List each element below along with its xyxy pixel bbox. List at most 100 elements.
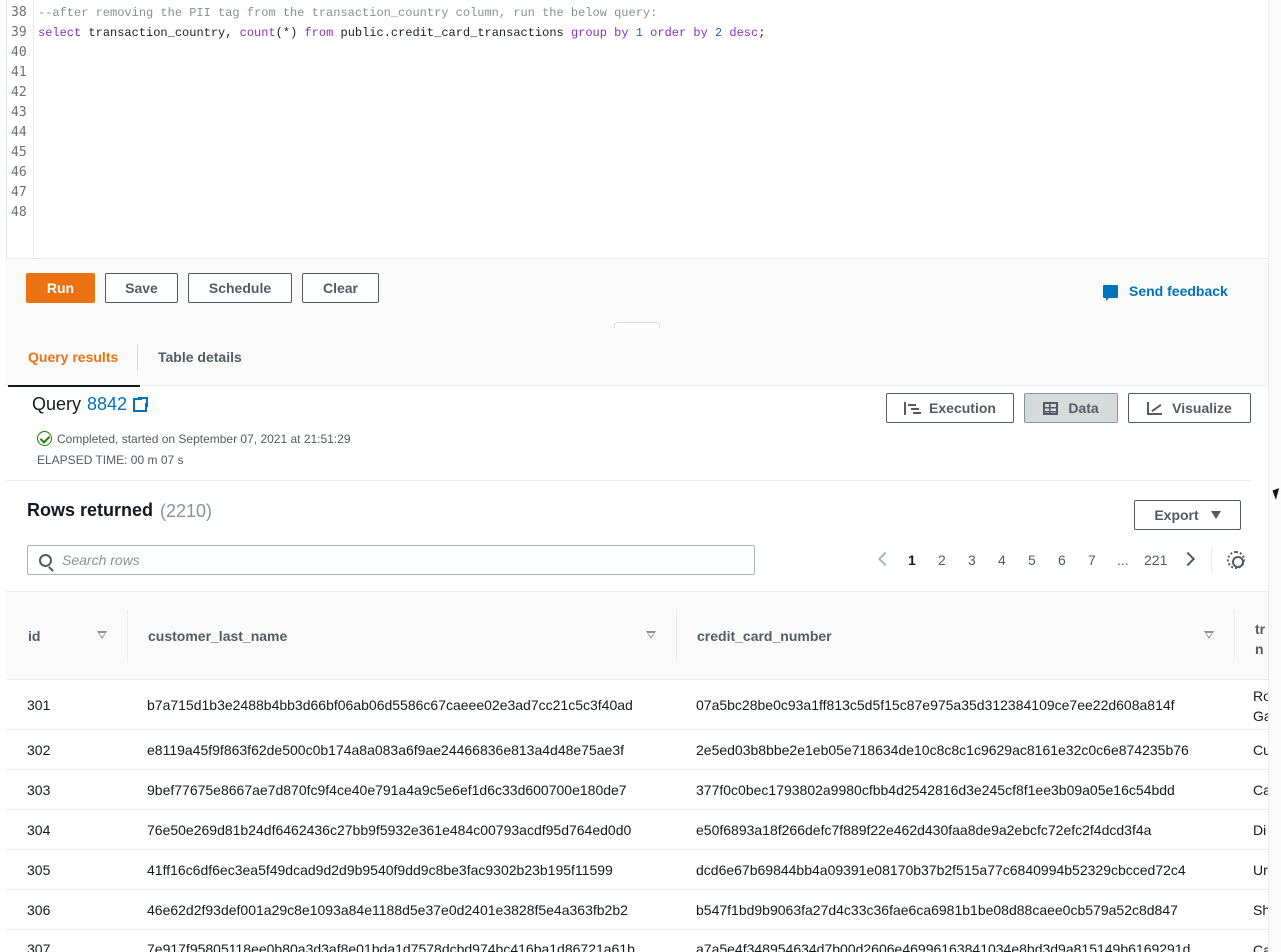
cell-customer-last-name: 41ff16c6df6ec3ea5f49dcad9d2d9b9540f9dd9c… — [147, 862, 613, 878]
visualize-button[interactable]: Visualize — [1128, 393, 1251, 423]
cell-credit-card-number: a7a5e4f348954634d7b00d2606e4699616384103… — [696, 941, 1191, 952]
cell-customer-last-name: 7e917f95805118ee0b80a3d3af8e01bda1d7578d… — [147, 941, 635, 952]
cell-credit-card-number: 377f0c0bec1793802a9980cfbb4d2542816d3e24… — [696, 782, 1175, 798]
code-comment-line: --after removing the PII tag from the tr… — [38, 6, 658, 20]
line-number: 46 — [11, 165, 27, 180]
send-feedback-label: Send feedback — [1129, 283, 1228, 299]
table-row[interactable]: 307 7e917f95805118ee0b80a3d3af8e01bda1d7… — [6, 930, 1268, 952]
line-number: 38 — [11, 5, 27, 20]
column-divider — [676, 610, 677, 660]
external-link-icon[interactable] — [133, 395, 150, 412]
search-rows-input[interactable] — [62, 552, 712, 568]
send-feedback-link[interactable]: Send feedback — [1103, 283, 1228, 301]
clear-button[interactable]: Clear — [302, 273, 379, 303]
query-heading: Query 8842 — [32, 394, 150, 415]
line-number: 39 — [11, 25, 27, 40]
search-rows-field[interactable] — [27, 545, 755, 575]
cell-transaction-truncated: Cu — [1253, 742, 1268, 758]
table-row[interactable]: 302 e8119a45f9f863f62de500c0b174a8a083a6… — [6, 730, 1268, 770]
data-button[interactable]: Data — [1024, 393, 1118, 423]
page-5[interactable]: 5 — [1028, 552, 1036, 568]
line-number: 44 — [11, 125, 27, 140]
export-label: Export — [1154, 507, 1199, 523]
sql-editor[interactable]: 38 39 40 41 42 43 44 45 46 47 48 --after… — [6, 0, 1268, 258]
page-3[interactable]: 3 — [968, 552, 976, 568]
code-area[interactable]: --after removing the PII tag from the tr… — [38, 0, 765, 56]
cell-credit-card-number: e50f6893a18f266defc7f889f22e462d430faa8d… — [696, 822, 1152, 838]
results-table-body: 301 b7a715d1b3e2488b4bb3d66bf06ab06d5586… — [6, 680, 1268, 952]
sort-id-icon[interactable] — [97, 592, 107, 679]
save-button[interactable]: Save — [105, 273, 178, 303]
sort-credit-card-number-icon[interactable] — [1204, 592, 1214, 679]
page-scrollbar[interactable] — [1268, 0, 1281, 952]
execution-button[interactable]: Execution — [886, 393, 1014, 423]
line-number: 43 — [11, 105, 27, 120]
table-row[interactable]: 306 46e62d2f93def001a29c8e1093a84e1188d5… — [6, 890, 1268, 930]
table-row[interactable]: 305 41ff16c6df6ec3ea5f49dcad9d2d9b9540f9… — [6, 850, 1268, 890]
table-row[interactable]: 304 76e50e269d81b24df6462436c27bb9f5932e… — [6, 810, 1268, 850]
rows-returned-count: (2210) — [160, 501, 213, 521]
page-6[interactable]: 6 — [1058, 552, 1066, 568]
run-button[interactable]: Run — [26, 273, 95, 303]
table-row[interactable]: 301 b7a715d1b3e2488b4bb3d66bf06ab06d5586… — [6, 680, 1268, 730]
line-number-gutter: 38 39 40 41 42 43 44 45 46 47 48 — [7, 0, 34, 258]
cell-credit-card-number: dcd6e67b69844bb4a09391e08170b37b2f515a77… — [696, 862, 1186, 878]
table-grid-icon — [1043, 401, 1059, 415]
visualize-label: Visualize — [1172, 400, 1232, 416]
data-label: Data — [1068, 400, 1099, 416]
gear-icon[interactable] — [1227, 551, 1245, 569]
column-header-customer-last-name[interactable]: customer_last_name — [148, 592, 287, 679]
tab-query-results[interactable]: Query results — [6, 328, 141, 387]
line-number: 48 — [11, 205, 27, 220]
results-tabs: Query results Table details — [6, 328, 1268, 387]
cell-id: 304 — [27, 822, 51, 838]
pagination-divider — [1211, 547, 1212, 573]
cell-transaction-truncated: Di — [1253, 822, 1267, 838]
cell-transaction-truncated: Ur — [1253, 862, 1268, 878]
query-id-link[interactable]: 8842 — [87, 394, 127, 415]
cell-id: 307 — [27, 941, 51, 952]
schedule-button[interactable]: Schedule — [188, 273, 292, 303]
export-dropdown[interactable]: Export — [1134, 500, 1241, 530]
feedback-icon — [1103, 284, 1118, 301]
line-number: 42 — [11, 85, 27, 100]
cell-id: 303 — [27, 782, 51, 798]
elapsed-time: ELAPSED TIME: 00 m 07 s — [37, 453, 184, 467]
column-header-label: credit_card_number — [697, 627, 832, 644]
check-circle-icon — [37, 431, 52, 446]
line-number: 45 — [11, 145, 27, 160]
cell-customer-last-name: 46e62d2f93def001a29c8e1093a84e1188d5e37e… — [147, 902, 628, 918]
page-ellipsis: ... — [1117, 552, 1129, 568]
page-1[interactable]: 1 — [908, 552, 916, 568]
chevron-left-icon[interactable] — [877, 551, 893, 567]
page-2[interactable]: 2 — [938, 552, 946, 568]
table-row[interactable]: 303 9bef77675e8667ae7d870fc9f4ce40e791a4… — [6, 770, 1268, 810]
chevron-right-icon[interactable] — [1180, 551, 1196, 567]
query-status-text: Completed, started on September 07, 2021… — [57, 431, 351, 446]
column-header-transaction-truncated[interactable]: tr n — [1255, 619, 1274, 659]
cell-customer-last-name: e8119a45f9f863f62de500c0b174a8a083a6f9ae… — [147, 742, 625, 758]
section-divider — [6, 480, 1251, 481]
cell-customer-last-name: 76e50e269d81b24df6462436c27bb9f5932e361e… — [147, 822, 632, 838]
column-header-label: id — [28, 627, 41, 644]
table-header: id customer_last_name credit_card_number… — [6, 591, 1268, 680]
sort-customer-last-name-icon[interactable] — [646, 592, 656, 679]
column-divider — [127, 610, 128, 660]
line-chart-icon — [1147, 401, 1163, 415]
cell-id: 305 — [27, 862, 51, 878]
cell-transaction-truncated: Sh — [1253, 902, 1268, 918]
column-header-id[interactable]: id — [28, 592, 40, 679]
page-221[interactable]: 221 — [1144, 552, 1167, 568]
tab-table-details[interactable]: Table details — [136, 328, 264, 386]
caret-down-icon — [1210, 511, 1221, 519]
column-header-credit-card-number[interactable]: credit_card_number — [697, 592, 832, 679]
cell-credit-card-number: 07a5bc28be0c93a1ff813c5d5f15c87e975a35d3… — [696, 697, 1175, 713]
cell-customer-last-name: 9bef77675e8667ae7d870fc9f4ce40e791a4a9c5… — [147, 782, 627, 798]
line-number: 41 — [11, 65, 27, 80]
page-7[interactable]: 7 — [1088, 552, 1096, 568]
line-number: 47 — [11, 185, 27, 200]
search-icon — [39, 553, 52, 567]
page-4[interactable]: 4 — [998, 552, 1006, 568]
cell-id: 302 — [27, 742, 51, 758]
cell-transaction-truncated: Ca — [1253, 942, 1268, 952]
